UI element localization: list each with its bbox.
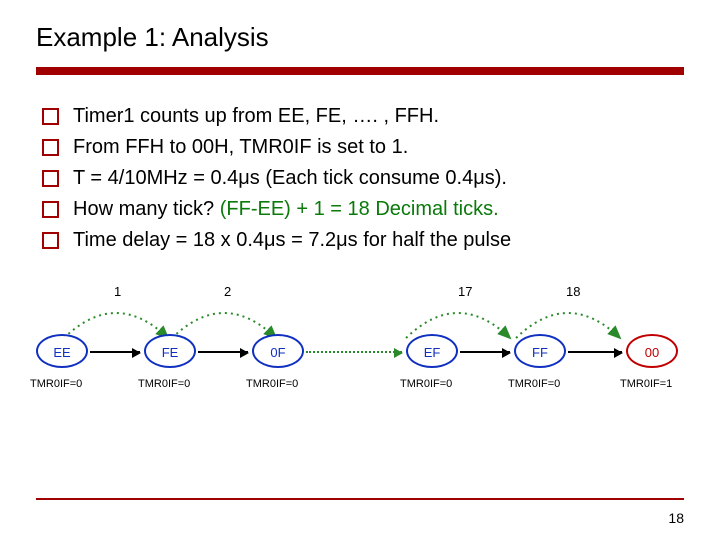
state-node: FF [514, 334, 566, 368]
arrow-solid [460, 351, 510, 353]
page-number: 18 [668, 510, 684, 526]
footer-rule [36, 498, 684, 500]
bullet-list: Timer1 counts up from EE, FE, …. , FFH. … [36, 101, 684, 256]
state-node: FE [144, 334, 196, 368]
checkbox-icon [42, 232, 59, 249]
list-item: T = 4/10MHz = 0.4μs (Each tick consume 0… [42, 163, 684, 194]
checkbox-icon [42, 201, 59, 218]
checkbox-icon [42, 170, 59, 187]
flag-label: TMR0IF=1 [620, 378, 672, 390]
list-item: From FFH to 00H, TMR0IF is set to 1. [42, 132, 684, 163]
state-node: EF [406, 334, 458, 368]
flag-label: TMR0IF=0 [400, 378, 452, 390]
list-item: Timer1 counts up from EE, FE, …. , FFH. [42, 101, 684, 132]
state-node: EE [36, 334, 88, 368]
flag-label: TMR0IF=0 [246, 378, 298, 390]
flag-label: TMR0IF=0 [138, 378, 190, 390]
bullet-text-part: How many tick? [73, 198, 220, 220]
flag-label: TMR0IF=0 [30, 378, 82, 390]
flag-label: TMR0IF=0 [508, 378, 560, 390]
state-node-final: 00 [626, 334, 678, 368]
bullet-text: Time delay = 18 x 0.4μs = 7.2μs for half… [73, 225, 684, 256]
list-item: Time delay = 18 x 0.4μs = 7.2μs for half… [42, 225, 684, 256]
arrow-solid [90, 351, 140, 353]
checkbox-icon [42, 108, 59, 125]
hop-label: 17 [458, 284, 472, 299]
checkbox-icon [42, 139, 59, 156]
bullet-text: T = 4/10MHz = 0.4μs (Each tick consume 0… [73, 163, 684, 194]
hop-label: 1 [114, 284, 121, 299]
arrow-solid [568, 351, 622, 353]
bullet-text: From FFH to 00H, TMR0IF is set to 1. [73, 132, 684, 163]
list-item: How many tick? (FF-EE) + 1 = 18 Decimal … [42, 194, 684, 225]
timer-diagram: 1 2 17 18 EE FE 0F EF FF 00 TMR0IF=0 [36, 284, 686, 434]
arrow-solid [198, 351, 248, 353]
bullet-text: How many tick? (FF-EE) + 1 = 18 Decimal … [73, 194, 684, 225]
bullet-text-highlight: (FF-EE) + 1 = 18 Decimal ticks. [220, 198, 499, 220]
slide-title: Example 1: Analysis [36, 22, 684, 53]
hop-label: 2 [224, 284, 231, 299]
hop-label: 18 [566, 284, 580, 299]
title-rule [36, 67, 684, 75]
bullet-text: Timer1 counts up from EE, FE, …. , FFH. [73, 101, 684, 132]
arrow-dotted [306, 351, 402, 353]
state-node: 0F [252, 334, 304, 368]
